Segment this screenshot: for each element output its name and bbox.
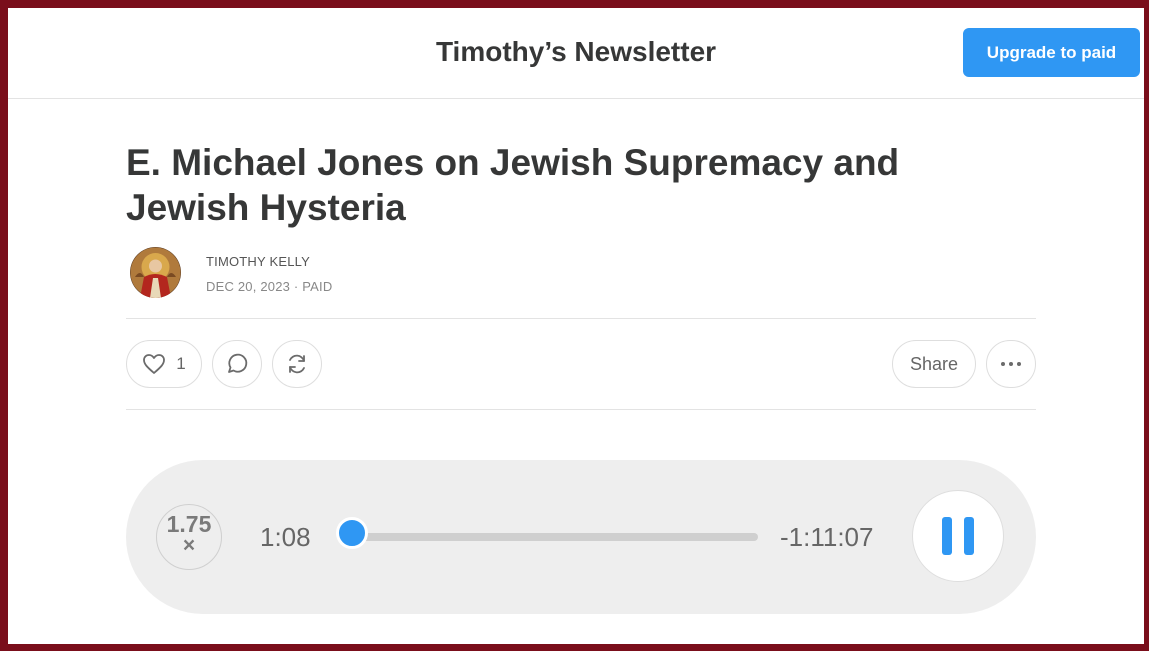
divider-bottom	[126, 409, 1036, 410]
post-meta: DEC 20, 2023 · PAID	[206, 279, 332, 294]
progress-handle[interactable]	[336, 517, 369, 549]
divider-top	[126, 318, 1036, 319]
playback-speed-button[interactable]: 1.75 ×	[156, 504, 222, 570]
audio-player: 1.75 × 1:08 -1:11:07	[126, 460, 1036, 614]
more-icon	[1001, 362, 1021, 366]
more-options-button[interactable]	[986, 340, 1036, 388]
progress-track[interactable]	[346, 533, 758, 541]
pause-icon-bar-left	[942, 517, 952, 555]
pause-button[interactable]	[912, 490, 1004, 582]
upgrade-to-paid-button[interactable]: Upgrade to paid	[963, 28, 1140, 77]
share-label: Share	[909, 353, 959, 374]
like-button[interactable]: 1	[126, 340, 202, 388]
avatar-icon-image	[130, 247, 181, 298]
comment-button[interactable]	[212, 340, 262, 388]
playback-speed-value: 1.75	[166, 511, 212, 537]
post-title: E. Michael Jones on Jewish Supremacy and…	[126, 142, 900, 228]
page-frame: Timothy’s Newsletter Upgrade to paid E. …	[8, 8, 1144, 644]
remaining-time: -1:11:07	[780, 522, 874, 552]
meta-separator: ·	[293, 279, 299, 294]
access-badge: PAID	[302, 279, 333, 294]
playback-speed-suffix: ×	[182, 534, 196, 557]
author-name[interactable]: TIMOTHY KELLY	[206, 254, 310, 269]
heart-icon	[143, 354, 166, 374]
post-date: DEC 20, 2023	[206, 279, 291, 294]
restack-icon	[289, 354, 305, 374]
restack-button[interactable]	[272, 340, 322, 388]
share-button[interactable]: Share	[892, 340, 976, 388]
like-count: 1	[176, 354, 186, 373]
pause-icon-bar-right	[964, 517, 974, 555]
top-bar: Timothy’s Newsletter Upgrade to paid	[8, 8, 1144, 99]
comment-icon	[228, 353, 248, 373]
author-avatar[interactable]	[130, 247, 181, 298]
current-time: 1:08	[260, 522, 311, 552]
